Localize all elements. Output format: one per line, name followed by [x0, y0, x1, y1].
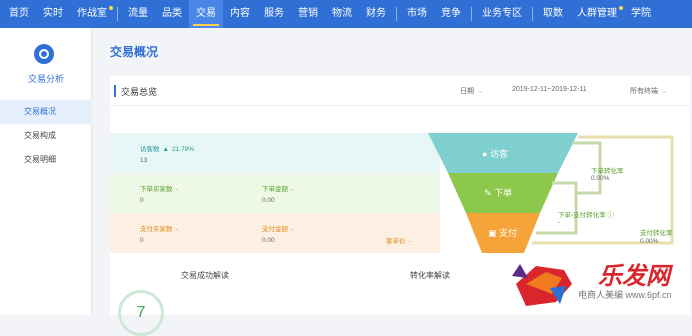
nav-item-9[interactable]: 物流 — [325, 0, 359, 28]
order-pay-rate-label-wrap: 下单-支付转化率 ⓘ — [558, 209, 614, 219]
nav-divider — [117, 7, 118, 21]
nav-item-5[interactable]: 交易 — [189, 0, 223, 28]
terminal-select-label: 所有终端 — [630, 88, 658, 95]
pay-amount-value: 0.00 — [262, 237, 275, 244]
pay-buyers-value: 0 — [140, 237, 144, 244]
sidebar-item-details[interactable]: 交易明细 — [0, 148, 92, 172]
sidebar: 交易分析 交易概况 交易构成 交易明细 — [0, 28, 92, 315]
cursor-icon: ✎ — [484, 188, 492, 198]
visitors-change: 21.79% — [171, 146, 194, 153]
order-pay-rate-value: - — [558, 219, 561, 226]
nav-item-11[interactable]: 市场 — [400, 0, 434, 28]
pay-buyers-label: 支付买家数 — [140, 226, 173, 233]
nav-item-13[interactable]: 业务专区 — [475, 0, 529, 28]
watermark: 乐发网 电商人美编 www.6pf.cn — [498, 250, 692, 315]
nav-item-15[interactable]: 人群管理 — [570, 0, 624, 28]
sidebar-menu: 交易概况 交易构成 交易明细 — [0, 100, 92, 172]
pay-buyers-metric: 支付买家数 - 0 — [140, 223, 178, 244]
sidebar-item-overview[interactable]: 交易概况 — [0, 100, 92, 124]
new-dot-icon — [109, 6, 113, 10]
panel-accent — [114, 85, 116, 97]
nav-item-16[interactable]: 学院 — [624, 0, 658, 28]
terminal-select[interactable]: 所有终端 ⌄ — [630, 86, 667, 96]
period-select[interactable]: 日期 ⌄ — [460, 86, 483, 96]
funnel-stage3-text: 支付 — [499, 228, 518, 238]
arrow-up-icon: ▲ — [162, 146, 169, 153]
pay-amount-label: 支付金额 — [262, 226, 288, 233]
user-icon: ● — [482, 149, 488, 159]
nav-item-0[interactable]: 首页 — [2, 0, 36, 28]
nav-item-3[interactable]: 流量 — [121, 0, 155, 28]
order-row: 下单买家数 - 0 下单金额 - 0.00 — [110, 173, 440, 213]
order-rate-value: 0.00% — [591, 175, 610, 182]
nav-divider — [396, 7, 397, 21]
order-amount-metric: 下单金额 - 0.00 — [262, 183, 293, 204]
unit-price-label: 客单价 — [386, 238, 406, 245]
chevron-down-icon: ⌄ — [478, 89, 484, 95]
pay-buyers-trend: - — [175, 226, 178, 233]
nav-item-2[interactable]: 作战室 — [70, 0, 114, 28]
nav-divider — [471, 7, 472, 21]
nav-item-1[interactable]: 实时 — [36, 0, 70, 28]
funnel-visit-label: ● 访客 — [482, 147, 508, 160]
pay-amount-metric: 支付金额 - 0.00 — [262, 223, 293, 244]
visitor-row: 访客数 ▲ 21.79% 13 — [110, 133, 440, 173]
funnel-stage2-text: 下单 — [494, 188, 513, 198]
nav-item-8[interactable]: 营销 — [291, 0, 325, 28]
order-amount-label: 下单金额 — [262, 186, 288, 193]
order-amount-trend: - — [291, 186, 294, 193]
date-range[interactable]: 2019-12-11~2019-12-11 — [512, 86, 587, 93]
trade-success-title: 交易成功解读 — [181, 271, 229, 280]
watermark-brand: 乐发网 — [598, 261, 670, 290]
panel-header: 交易总览 日期 ⌄ 2019-12-11~2019-12-11 所有终端 ⌄ — [110, 76, 690, 106]
pay-amount-trend: - — [291, 226, 294, 233]
trade-analysis-icon — [34, 44, 54, 64]
watermark-site: 电商人美编 www.6pf.cn — [578, 290, 672, 300]
card-icon: ▣ — [488, 228, 497, 238]
chevron-down-icon: ⌄ — [662, 89, 668, 95]
order-pay-rate-label: 下单-支付转化率 — [558, 212, 606, 219]
nav-item-4[interactable]: 品类 — [155, 0, 189, 28]
period-select-label: 日期 — [460, 88, 474, 95]
order-buyers-label: 下单买家数 — [140, 186, 173, 193]
unit-price-trend: - — [408, 238, 411, 245]
nav-item-7[interactable]: 服务 — [257, 0, 291, 28]
pay-rate-label: 支付转化率 — [640, 230, 673, 237]
nav-item-10[interactable]: 财务 — [359, 0, 393, 28]
date-range-label: 2019-12-11~2019-12-11 — [512, 86, 587, 93]
pay-row: 支付买家数 - 0 支付金额 - 0.00 客单价 - — [110, 213, 440, 253]
order-buyers-metric: 下单买家数 - 0 — [140, 183, 178, 204]
funnel-pay-label: ▣ 支付 — [488, 226, 517, 239]
visitors-label: 访客数 — [140, 146, 160, 153]
sidebar-item-composition[interactable]: 交易构成 — [0, 124, 92, 148]
bull-logo-icon — [512, 264, 572, 306]
order-rate-label: 下单转化率 — [591, 168, 624, 175]
score-badge: 7 — [118, 290, 164, 336]
visitors-value: 13 — [140, 157, 148, 164]
panel-title: 交易总览 — [121, 87, 158, 97]
nav-divider — [532, 7, 533, 21]
sidebar-title: 交易分析 — [27, 74, 64, 84]
top-nav: 首页 实时 作战室 流量 品类 交易 内容 服务 营销 物流 财务 市场 竞争 业务专区 取数 人群管理 学院 — [0, 0, 692, 28]
pay-rate-value: 0.00% — [640, 238, 659, 245]
funnel-stage1-text: 访客 — [489, 149, 508, 159]
help-icon[interactable]: ⓘ — [607, 212, 614, 219]
new-dot-icon — [619, 6, 623, 10]
nav-item-6[interactable]: 内容 — [223, 0, 257, 28]
nav-item-14[interactable]: 取数 — [536, 0, 570, 28]
order-buyers-trend: - — [175, 186, 178, 193]
funnel-order-label: ✎ 下单 — [484, 186, 512, 199]
order-buyers-value: 0 — [140, 197, 144, 204]
unit-price-metric: 客单价 - — [386, 235, 411, 245]
order-amount-value: 0.00 — [262, 197, 275, 204]
conversion-title: 转化率解读 — [410, 271, 450, 280]
nav-item-12[interactable]: 竞争 — [434, 0, 468, 28]
visitors-metric: 访客数 ▲ 21.79% 13 — [140, 143, 194, 164]
